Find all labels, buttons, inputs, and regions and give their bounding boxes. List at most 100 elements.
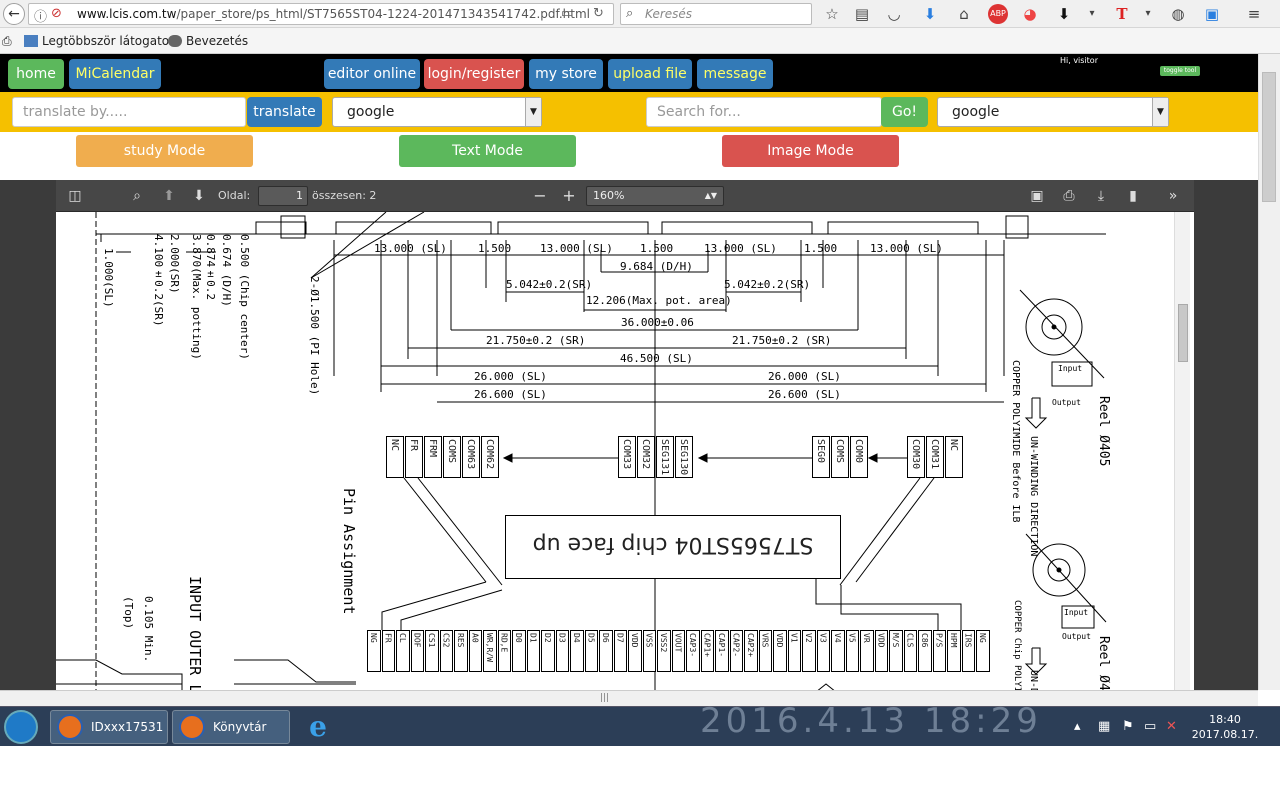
page-scrollbar-thumb[interactable] (1262, 72, 1276, 202)
pdf-vertical-scrollbar[interactable] (1174, 212, 1190, 692)
pdf-horizontal-scrollbar[interactable]: ||| (0, 690, 1258, 706)
dropdown-arrow-icon-2[interactable]: ▼ (1152, 98, 1168, 126)
translate-button[interactable]: translate (247, 97, 322, 127)
flag-icon[interactable]: ⚑ (1122, 719, 1134, 734)
translate-t-icon[interactable]: T (1112, 4, 1132, 24)
start-button[interactable] (4, 710, 38, 744)
adblock-icon[interactable]: ABP (988, 4, 1008, 24)
go-button[interactable]: Go! (881, 97, 928, 127)
taskbar-item-firefox[interactable]: IDxxx17531 -... (50, 710, 168, 766)
zoom-select[interactable]: 160% ▲▼ (586, 186, 724, 206)
search-engine-select[interactable]: google ▼ (937, 97, 1169, 127)
print-icon[interactable]: ⎙ (2, 34, 12, 49)
pin-label: CAP1- (717, 633, 726, 658)
tools-expand-icon[interactable]: » (1164, 187, 1182, 205)
bottom-pin: D4 (570, 630, 584, 672)
dropdown-arrow-icon[interactable]: ▼ (525, 98, 541, 126)
pin-label: CS2 (441, 633, 451, 648)
translate-engine-select[interactable]: google ▼ (332, 97, 542, 127)
zoom-in-icon[interactable]: + (560, 187, 578, 205)
dim-top-4: 1.500 (640, 242, 674, 255)
previous-page-icon[interactable]: ⬆ (160, 187, 178, 205)
page-scrollbar[interactable] (1258, 54, 1280, 690)
screen-margin (0, 746, 1280, 800)
pin-label: DOF (412, 633, 422, 648)
save-pdf-icon[interactable]: ⤓ (1092, 187, 1110, 205)
my-store-button[interactable]: my store (529, 59, 603, 89)
zoom-out-icon[interactable]: − (531, 187, 549, 205)
reader-view-icon[interactable]: ▭ (561, 6, 573, 21)
download-icon[interactable]: ⬇ (920, 4, 940, 24)
system-clock[interactable]: 18:40 2017.08.17. (1190, 712, 1260, 742)
volume-muted-icon[interactable]: ✕ (1166, 719, 1177, 734)
translate-input[interactable]: translate by..... (12, 97, 246, 127)
tray-app-icon[interactable]: ▦ (1098, 719, 1110, 734)
bookmark-most-visited[interactable]: Legtöbbször látogatott (24, 34, 179, 48)
firefox-icon (57, 714, 83, 740)
dim-dh: 9.684 (D/H) (620, 260, 693, 273)
globe-icon[interactable]: ◍ (1168, 4, 1188, 24)
pin-label: P/S (934, 633, 944, 648)
image-mode-button[interactable]: Image Mode (722, 135, 899, 167)
message-button[interactable]: message (697, 59, 773, 89)
dim-26-left: 26.000 (SL) (474, 370, 547, 383)
info-icon[interactable]: ⓘ (34, 6, 47, 25)
dim-left-7: 0.500 (Chip center) (238, 234, 251, 360)
menu-icon[interactable]: ≡ (1244, 4, 1264, 24)
browser-search-box[interactable]: ⌕ Keresés (620, 3, 812, 25)
internet-explorer-icon[interactable]: e (302, 711, 334, 743)
study-mode-button[interactable]: study Mode (76, 135, 253, 167)
home-icon[interactable]: ⌂ (954, 4, 974, 24)
download-arrow-icon[interactable]: ⬇ (1054, 4, 1074, 24)
upload-file-button[interactable]: upload file (608, 59, 692, 89)
open-file-icon[interactable]: ▣ (1028, 187, 1046, 205)
scroll-grip-icon[interactable]: ||| (600, 693, 609, 703)
network-icon[interactable]: ▭ (1144, 719, 1156, 734)
taskbar-item-library[interactable]: Könyvtár (172, 710, 290, 744)
sidebar-toggle-icon[interactable]: ◫ (66, 187, 84, 205)
page-number-input[interactable]: 1 (258, 186, 308, 206)
blocked-content-icon[interactable]: ⊘ (51, 6, 62, 21)
pdf-toolbar: ◫ ⌕ ⬆ ⬇ Oldal: 1 összesen: 2 − + 160% ▲▼… (56, 180, 1194, 212)
bookmarks-library-icon[interactable]: ▤ (852, 4, 872, 24)
pocket-icon[interactable]: ◡ (884, 4, 904, 24)
toggle-tool-button[interactable]: toggle tool (1160, 66, 1200, 76)
pdf-page: 13.000 (SL) 1.500 13.000 (SL) 1.500 13.0… (56, 212, 1194, 692)
extension-icon[interactable]: ◕ (1020, 4, 1040, 24)
bookmark-view-icon[interactable]: ▮ (1124, 187, 1142, 205)
dim-left-4: 3.870(Max. potting) (190, 234, 203, 360)
top-pins-right: SEG0 COMS COM0 COM30 COM31 NC (812, 436, 964, 478)
back-button[interactable]: ← (3, 3, 25, 25)
bookmark-getting-started[interactable]: Bevezetés (168, 34, 248, 48)
home-button[interactable]: home (8, 59, 64, 89)
login-register-button[interactable]: login/register (424, 59, 524, 89)
translator-icon[interactable]: ▣ (1202, 4, 1222, 24)
pin-assignment-label: Pin Assignment (340, 488, 358, 615)
tray-arrow-icon[interactable]: ▴ (1074, 719, 1081, 734)
bottom-pin: D2 (541, 630, 555, 672)
chevron-down-icon-2[interactable]: ▾ (1138, 4, 1158, 24)
text-mode-button[interactable]: Text Mode (399, 135, 576, 167)
page-total: összesen: 2 (312, 189, 377, 202)
address-bar[interactable]: ⓘ ⊘ www.lcis.com.tw/paper_store/ps_html/… (28, 3, 614, 25)
bottom-pin: WR,R/W (483, 630, 497, 672)
zoom-dropdown-icon: ▲▼ (704, 191, 717, 200)
dim-left-5: 0.874±0.2 (204, 234, 217, 300)
next-page-icon[interactable]: ⬇ (190, 187, 208, 205)
find-icon[interactable]: ⌕ (128, 187, 146, 205)
chevron-down-icon[interactable]: ▾ (1082, 4, 1102, 24)
site-search-input[interactable]: Search for... (646, 97, 882, 127)
bookmark-star-icon[interactable]: ☆ (822, 4, 842, 24)
pin-label: V4 (833, 633, 842, 643)
print-pdf-icon[interactable]: ⎙ (1060, 187, 1078, 205)
bottom-pin: NG (976, 630, 990, 672)
pin-label: D3 (557, 633, 567, 643)
reload-icon[interactable]: ↻ (593, 6, 604, 21)
editor-online-button[interactable]: editor online (324, 59, 420, 89)
bottom-pin: CAP1- (715, 630, 729, 672)
output-label-1: Output (1052, 398, 1081, 407)
pdf-scroll-thumb[interactable] (1178, 304, 1188, 362)
bottom-pin: CAP3- (686, 630, 700, 672)
bottom-pin: HPM (947, 630, 961, 672)
micalendar-button[interactable]: MiCalendar (69, 59, 161, 89)
